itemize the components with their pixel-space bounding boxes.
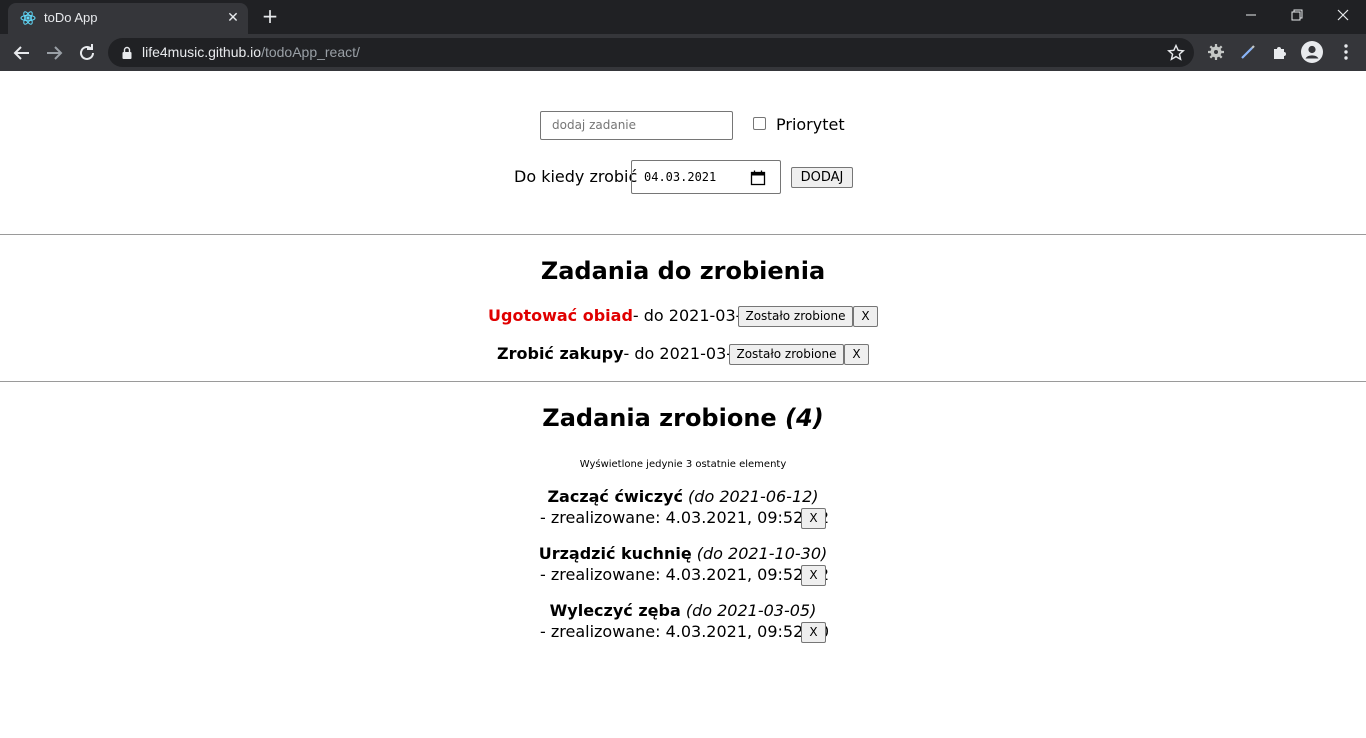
done-item-completed: - zrealizowane: 4.03.2021, 09:52:32 [540,508,830,527]
bookmark-star-icon[interactable] [1166,43,1186,63]
settings-gear-extension-icon[interactable] [1205,41,1227,63]
priority-checkbox[interactable] [753,117,766,130]
done-item-name: Wyleczyć zęba [549,601,681,620]
add-task-button[interactable]: DODAJ [791,167,853,188]
new-tab-button[interactable]: + [260,6,280,26]
done-item-deadline: (do 2021-06-12) [688,487,819,506]
done-count: (4) [785,404,824,432]
divider [0,234,1366,235]
todo-item-name: Ugotować obiad [488,306,633,325]
done-item-deadline: (do 2021-03-05) [685,601,817,620]
url-text[interactable]: life4music.github.io/todoApp_react/ [142,44,360,60]
tab-title: toDo App [44,10,98,25]
tab-bar: toDo App ✕ + [0,0,1366,34]
minimize-icon[interactable] [1240,4,1262,26]
done-note: Wyświetlone jedynie 3 ostatnie elementy [579,459,787,470]
delete-todo-button[interactable]: X [844,344,869,365]
menu-kebab-icon[interactable] [1335,41,1357,63]
mark-done-button[interactable]: Zostało zrobione [729,344,844,365]
restore-icon[interactable] [1286,4,1308,26]
task-input[interactable]: dodaj zadanie [540,111,733,140]
todo-item: Ugotować obiad- do 2021-03-04 [488,306,762,325]
profile-avatar-icon[interactable] [1300,40,1324,64]
pen-extension-icon[interactable] [1237,41,1259,63]
done-item-title: Zacząć ćwiczyć (do 2021-06-12) [0,487,1366,506]
done-item-completed: - zrealizowane: 4.03.2021, 09:52:32 [540,565,830,584]
url-host: life4music.github.io [142,44,262,60]
lock-icon[interactable] [120,46,134,60]
divider [0,381,1366,382]
reload-icon[interactable] [75,41,99,65]
delete-todo-button[interactable]: X [853,306,878,327]
react-logo-icon [20,11,36,25]
priority-label: Priorytet [776,115,845,134]
done-heading-text: Zadania zrobione [542,404,777,432]
delete-done-button[interactable]: X [801,622,826,643]
extensions-puzzle-icon[interactable] [1269,41,1291,63]
done-item-name: Zacząć ćwiczyć [547,487,683,506]
delete-done-button[interactable]: X [801,565,826,586]
todo-heading: Zadania do zrobienia [540,257,826,285]
browser-toolbar: life4music.github.io/todoApp_react/ [0,34,1366,71]
calendar-icon[interactable] [750,170,766,186]
address-bar[interactable]: life4music.github.io/todoApp_react/ [108,38,1194,67]
done-item-completed: - zrealizowane: 4.03.2021, 09:52:30 [540,622,830,641]
date-value[interactable]: 04.03.2021 [644,170,716,184]
done-heading: Zadania zrobione (4) [0,404,1366,432]
delete-done-button[interactable]: X [801,508,826,529]
url-path: /todoApp_react/ [261,44,360,60]
close-tab-icon[interactable]: ✕ [224,9,242,27]
done-item-name: Urządzić kuchnię [538,544,692,563]
mark-done-button[interactable]: Zostało zrobione [738,306,853,327]
todo-item-name: Zrobić zakupy [497,344,624,363]
browser-chrome: toDo App ✕ + life4music.github.io/todoAp… [0,0,1366,71]
done-item-title: Wyleczyć zęba (do 2021-03-05) [0,601,1366,620]
close-window-icon[interactable] [1332,4,1354,26]
done-item-deadline: (do 2021-10-30) [696,544,828,563]
back-arrow-icon[interactable] [10,41,34,65]
browser-tab[interactable]: toDo App ✕ [8,3,248,34]
date-input[interactable]: 04.03.2021 [631,160,781,194]
date-label: Do kiedy zrobić [514,167,638,186]
page-content: dodaj zadanie Priorytet Do kiedy zrobić … [0,71,1366,738]
done-item-title: Urządzić kuchnię (do 2021-10-30) [0,544,1366,563]
todo-item: Zrobić zakupy- do 2021-03-05 [497,344,752,363]
forward-arrow-icon[interactable] [42,41,66,65]
